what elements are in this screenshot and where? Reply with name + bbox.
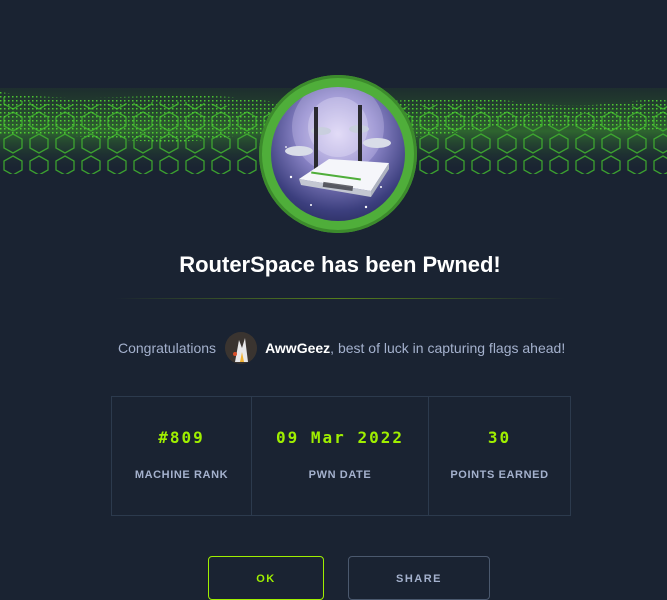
congrats-prefix: Congratulations xyxy=(118,340,217,356)
user-avatar[interactable] xyxy=(225,332,258,364)
stat-points-earned: 30 POINTS EARNED xyxy=(429,397,570,515)
divider xyxy=(115,298,565,299)
share-button[interactable]: SHARE xyxy=(348,556,490,600)
stats-panel: #809 MACHINE RANK 09 Mar 2022 PWN DATE 3… xyxy=(111,396,571,516)
user-avatar-icon xyxy=(225,332,258,364)
congrats-message: Congratulations AwwGeez , best of luck i… xyxy=(118,332,566,364)
stat-pwn-date: 09 Mar 2022 PWN DATE xyxy=(252,397,429,515)
username-link[interactable]: AwwGeez xyxy=(265,340,330,356)
ok-button[interactable]: OK xyxy=(208,556,324,600)
stat-label: PWN DATE xyxy=(308,469,372,481)
stat-label: MACHINE RANK xyxy=(134,469,229,481)
stat-machine-rank: #809 MACHINE RANK xyxy=(112,397,252,515)
machine-avatar xyxy=(259,75,417,233)
congrats-suffix: , best of luck in capturing flags ahead! xyxy=(330,340,566,356)
stat-label: POINTS EARNED xyxy=(450,469,549,481)
stat-value: 30 xyxy=(487,428,512,447)
stat-value: 09 Mar 2022 xyxy=(276,428,404,447)
router-icon xyxy=(285,87,391,209)
page-title: RouterSpace has been Pwned! xyxy=(179,252,501,277)
stat-value: #809 xyxy=(158,428,205,447)
